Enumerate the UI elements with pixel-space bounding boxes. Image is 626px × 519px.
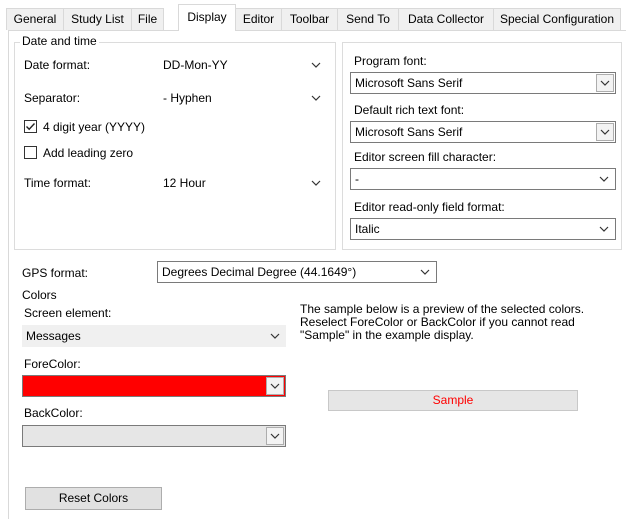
screen-element-select[interactable]: Messages [22,325,286,347]
dropdown-button[interactable] [266,377,284,395]
date-format-label: Date format: [24,58,91,72]
tab-send-to[interactable]: Send To [337,8,399,30]
tab-label: File [137,12,158,26]
program-font-label: Program font: [354,54,427,68]
four-digit-year-label: 4 digit year (YYYY) [43,120,146,134]
fill-char-label: Editor screen fill character: [354,150,497,164]
chevron-down-icon [600,80,610,86]
separator-select[interactable]: - Hyphen [159,87,329,109]
chevron-down-icon [309,176,323,190]
date-format-select[interactable]: DD-Mon-YY [159,54,329,76]
rich-text-font-select[interactable]: Microsoft Sans Serif [350,121,616,143]
date-format-value: DD-Mon-YY [163,58,228,72]
tab-label: General [13,12,57,26]
screen-element-label: Screen element: [24,306,112,320]
date-time-legend: Date and time [20,34,99,48]
reset-colors-label: Reset Colors [58,491,129,505]
backcolor-select[interactable] [22,425,286,447]
time-format-label: Time format: [24,176,91,190]
separator-label: Separator: [24,91,81,105]
tab-label: Study List [71,12,124,26]
leading-zero-checkbox[interactable] [24,146,37,159]
forecolor-label: ForeColor: [24,357,81,371]
tab-toolbar[interactable]: Toolbar [281,8,338,30]
tab-label: Send To [346,12,390,26]
dropdown-button[interactable] [596,123,614,141]
preview-instructions: The sample below is a preview of the sel… [300,302,585,342]
dropdown-button[interactable] [596,74,614,92]
chevron-down-icon [309,58,323,72]
colors-legend: Colors [20,288,59,302]
chevron-down-icon [270,433,280,439]
time-format-value: 12 Hour [163,176,206,190]
tab-label: Display [187,10,227,24]
screen-element-value: Messages [26,329,81,343]
tab-general[interactable]: General [6,8,64,30]
chevron-down-icon [597,222,611,236]
program-font-select[interactable]: Microsoft Sans Serif [350,72,616,94]
tab-label: Data Collector [407,12,485,26]
tab-label: Editor [242,12,275,26]
dropdown-button[interactable] [266,427,284,445]
readonly-format-label: Editor read-only field format: [354,200,505,214]
chevron-down-icon [309,91,323,105]
readonly-format-value: Italic [355,222,380,236]
forecolor-select[interactable] [22,375,286,397]
gps-format-label: GPS format: [22,266,89,280]
separator-value: - Hyphen [163,91,212,105]
chevron-down-icon [600,129,610,135]
tab-special-configuration[interactable]: Special Configuration [493,8,621,30]
chevron-down-icon [270,383,280,389]
program-font-value: Microsoft Sans Serif [355,76,463,90]
tab-editor[interactable]: Editor [235,8,282,30]
leading-zero-label: Add leading zero [43,146,134,160]
tab-data-collector[interactable]: Data Collector [398,8,494,30]
chevron-down-icon [268,329,282,343]
tab-label: Special Configuration [499,12,615,26]
gps-format-select[interactable]: Degrees Decimal Degree (44.1649°) [157,261,437,283]
backcolor-label: BackColor: [24,406,83,420]
rich-text-font-label: Default rich text font: [354,103,465,117]
four-digit-year-checkbox[interactable] [24,120,37,133]
tab-study-list[interactable]: Study List [63,8,132,30]
gps-format-value: Degrees Decimal Degree (44.1649°) [162,265,357,279]
tab-display[interactable]: Display [178,4,236,31]
chevron-down-icon [597,172,611,186]
color-sample-display: Sample [328,390,578,411]
fill-char-value: - [355,172,359,186]
fill-char-select[interactable]: - [350,168,616,190]
sample-text: Sample [432,393,474,407]
tab-strip: General Study List File Display Editor T… [0,0,626,31]
chevron-down-icon [418,265,432,279]
rich-text-font-value: Microsoft Sans Serif [355,125,463,139]
time-format-select[interactable]: 12 Hour [159,172,329,194]
readonly-format-select[interactable]: Italic [350,218,616,240]
tab-label: Toolbar [289,12,330,26]
tab-file[interactable]: File [131,8,164,30]
reset-colors-button[interactable]: Reset Colors [25,487,162,510]
checkmark-icon [26,123,36,131]
